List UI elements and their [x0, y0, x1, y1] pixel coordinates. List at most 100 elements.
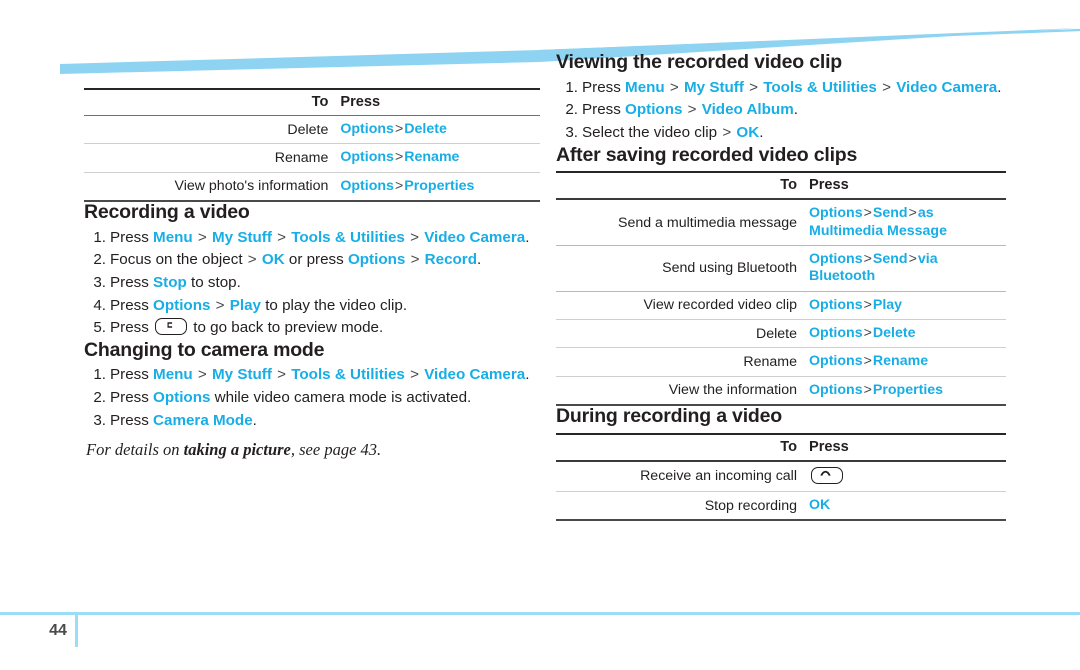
separator: >	[394, 121, 404, 137]
list-item: 3. Press Camera Mode.	[84, 410, 540, 432]
text: .	[759, 123, 764, 141]
step-number: 2.	[93, 389, 106, 407]
step-number: 2.	[93, 251, 106, 269]
step-text: Press Options while video camera mode is…	[110, 389, 471, 406]
keyword: Play	[872, 296, 903, 313]
list-item: 5. Press to go back to preview mode.	[84, 317, 540, 339]
keyword: Record	[424, 251, 477, 269]
step-text: Press Menu > My Stuff > Tools & Utilitie…	[110, 229, 529, 246]
keyword: Options	[809, 324, 863, 341]
text: Press	[110, 389, 154, 407]
text: Press	[110, 319, 154, 337]
row-label: View recorded video clip	[643, 297, 797, 314]
column-header-to: To	[311, 94, 329, 110]
page-number: 44	[49, 622, 67, 639]
row-action: Options>Delete	[339, 116, 540, 144]
keyword: Delete	[872, 324, 916, 341]
note-text: , see page 43.	[290, 440, 382, 460]
table-row: Rename Options>Rename	[556, 347, 1006, 376]
keyword: Options	[809, 205, 863, 222]
keyword: Video Camera	[424, 366, 526, 384]
text: Focus on the object	[110, 251, 247, 269]
separator: >	[863, 381, 872, 398]
clear-key-icon	[155, 318, 188, 336]
steps-viewing-recorded-video-clip: 1. Press Menu > My Stuff > Tools & Utili…	[556, 77, 1006, 144]
keyword: Options	[809, 296, 863, 313]
text: Press	[110, 296, 154, 314]
row-label: Stop recording	[704, 497, 797, 514]
section-title-after-saving-recorded-video-clips: After saving recorded video clips	[556, 143, 858, 166]
photo-options-table: To Press Delete Options>Delete Rename Op…	[84, 88, 540, 202]
separator: >	[211, 296, 229, 314]
table-row: Receive an incoming call	[556, 461, 1006, 492]
keyword: Play	[229, 296, 261, 314]
separator: >	[665, 78, 684, 96]
send-key-icon	[811, 466, 843, 484]
separator: >	[722, 123, 736, 141]
keyword: Rename	[404, 149, 460, 166]
keyword: Video Album	[701, 101, 794, 119]
keyword: Options	[340, 177, 394, 194]
row-action: Options>Play	[808, 291, 1006, 319]
list-item: 4. Press Options > Play to play the vide…	[84, 295, 540, 317]
table-header-row: To Press	[84, 89, 540, 116]
separator: >	[193, 366, 212, 384]
row-label: Delete	[287, 121, 329, 138]
right-column: Viewing the recorded video clip 1. Press…	[556, 51, 1006, 522]
during-recording-table: To Press Receive an incoming call Stop r…	[556, 433, 1006, 522]
row-action: Options>Rename	[339, 144, 540, 172]
keyword: Options	[809, 381, 863, 398]
row-label: Send a multimedia message	[617, 214, 797, 231]
text: Press	[582, 101, 626, 119]
list-item: 2. Press Options while video camera mode…	[84, 387, 540, 409]
step-text: Focus on the object > OK or press Option…	[110, 251, 481, 268]
keyword: Menu	[153, 366, 193, 384]
keyword: Tools & Utilities	[291, 366, 405, 384]
step-number: 2.	[565, 101, 578, 119]
column-header-press: Press	[809, 438, 849, 455]
separator: >	[272, 366, 291, 384]
step-text: Press to go back to preview mode.	[110, 318, 384, 337]
row-action: Options>Properties	[339, 172, 540, 201]
row-label: Send using Bluetooth	[662, 260, 797, 277]
step-number: 3.	[565, 123, 578, 141]
separator: >	[744, 78, 763, 96]
keyword: Menu	[625, 78, 665, 96]
table-row: Send using Bluetooth Options>Send>via Bl…	[556, 245, 1006, 292]
table-row: View recorded video clip Options>Play	[556, 291, 1006, 319]
table-header-row: To Press	[556, 433, 1006, 461]
text: to go back to preview mode.	[189, 319, 384, 337]
step-number: 1.	[93, 228, 106, 246]
step-text: Press Options > Play to play the video c…	[110, 297, 407, 314]
separator: >	[877, 78, 896, 96]
row-action	[808, 461, 1006, 492]
list-item: 2. Focus on the object > OK or press Opt…	[84, 249, 540, 271]
list-item: 3. Press Stop to stop.	[84, 272, 540, 294]
keyword: OK	[736, 123, 760, 141]
text: Press	[110, 273, 154, 291]
text: .	[997, 78, 1002, 96]
column-header-press: Press	[340, 94, 381, 110]
step-number: 5.	[93, 319, 106, 337]
row-action: Options>Properties	[808, 376, 1006, 405]
keyword: Menu	[153, 228, 193, 246]
steps-changing-to-camera-mode: 1. Press Menu > My Stuff > Tools & Utili…	[84, 364, 540, 431]
step-number: 4.	[93, 296, 106, 314]
row-action: OK	[808, 492, 1006, 521]
separator: >	[908, 251, 917, 268]
step-text: Press Options > Video Album.	[582, 101, 798, 118]
text: .	[525, 366, 530, 384]
text: Press	[110, 228, 154, 246]
separator: >	[863, 353, 872, 370]
row-label: View the information	[668, 382, 797, 399]
separator: >	[405, 228, 424, 246]
text: to play the video clip.	[260, 296, 408, 314]
step-text: Select the video clip > OK.	[582, 124, 763, 141]
row-action: Options>Send>as Multimedia Message	[808, 199, 1006, 245]
row-label: Receive an incoming call	[640, 468, 797, 485]
separator: >	[406, 251, 424, 269]
keyword: My Stuff	[212, 228, 272, 246]
keyword: Tools & Utilities	[291, 228, 405, 246]
separator: >	[394, 177, 404, 194]
text: or press	[284, 251, 348, 269]
